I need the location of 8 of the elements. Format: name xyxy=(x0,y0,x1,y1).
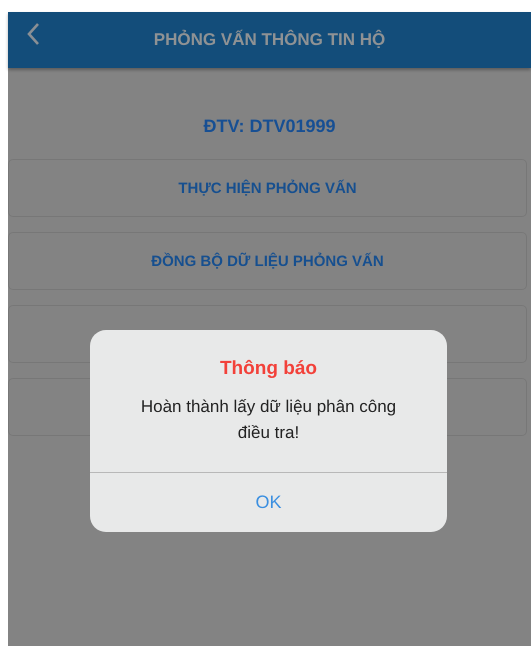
menu-button[interactable]: ĐỒNG BỘ DỮ LIỆU PHỎNG VẤN xyxy=(8,232,527,290)
dialog-message: Hoàn thành lấy dữ liệu phân công điều tra! xyxy=(140,396,398,444)
back-icon[interactable] xyxy=(26,22,40,46)
screen-title: PHỎNG VẤN THÔNG TIN HỘ xyxy=(154,30,386,50)
menu-button[interactable]: THỰC HIỆN PHỎNG VẤN xyxy=(8,159,527,217)
ok-button[interactable]: OK xyxy=(90,472,447,532)
interviewer-code: ĐTV: DTV01999 xyxy=(202,116,337,137)
dialog-title: Thông báo xyxy=(220,358,318,380)
